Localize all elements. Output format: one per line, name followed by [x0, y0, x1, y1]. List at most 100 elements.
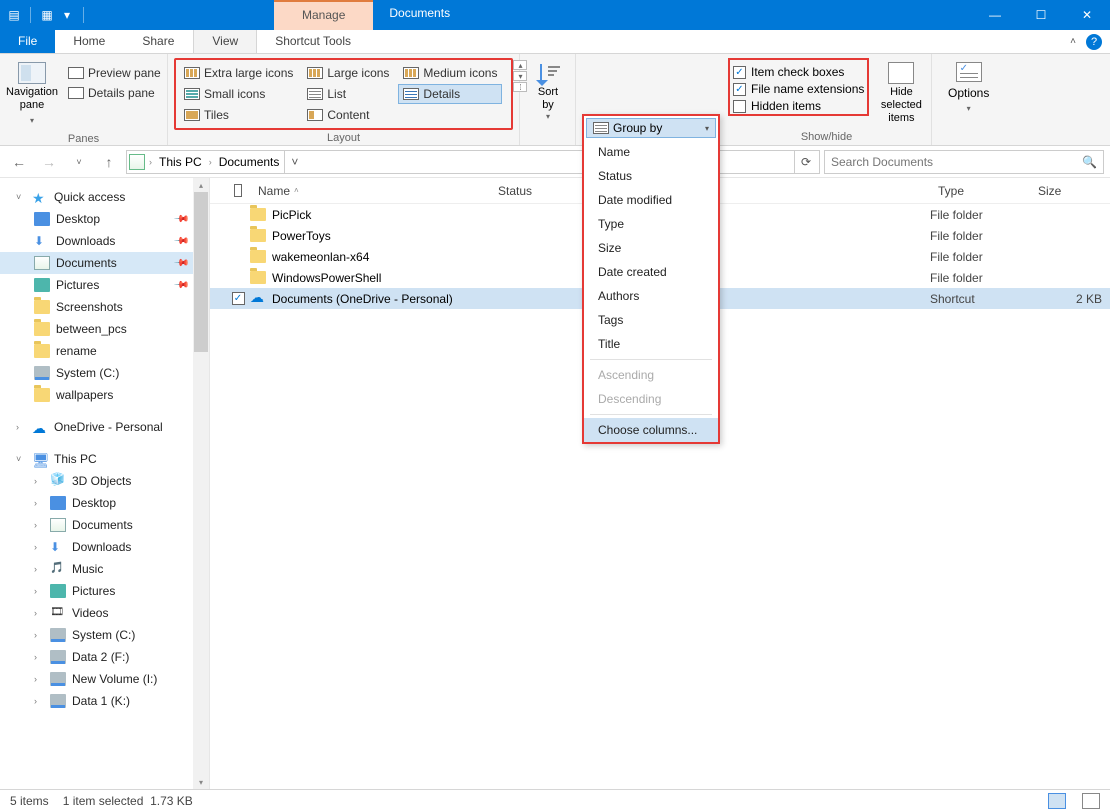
tab-shortcut-tools[interactable]: Shortcut Tools — [257, 30, 370, 53]
layout-large-icons[interactable]: Large icons — [302, 63, 394, 83]
expand-icon[interactable]: › — [16, 422, 26, 432]
expand-icon[interactable]: › — [34, 608, 44, 618]
nav-item[interactable]: ›Downloads — [0, 536, 209, 558]
nav-scrollbar[interactable]: ▴ ▾ — [193, 178, 209, 789]
group-by-option[interactable]: Type — [584, 212, 718, 236]
expand-icon[interactable]: › — [34, 542, 44, 552]
nav-item[interactable]: Pictures📌 — [0, 274, 209, 296]
view-details-toggle[interactable] — [1048, 793, 1066, 809]
help-icon[interactable]: ? — [1086, 34, 1102, 50]
nav-item[interactable]: rename — [0, 340, 209, 362]
group-by-option[interactable]: Name — [584, 140, 718, 164]
nav-back-button[interactable]: ← — [6, 150, 32, 174]
layout-list[interactable]: List — [302, 84, 394, 104]
column-type[interactable]: Type — [930, 184, 1030, 198]
expand-icon[interactable]: › — [34, 498, 44, 508]
expand-icon[interactable]: › — [34, 564, 44, 574]
refresh-button[interactable]: ⟳ — [794, 151, 817, 173]
layout-small-icons[interactable]: Small icons — [179, 84, 298, 104]
qat-properties-icon[interactable]: ▦ — [39, 7, 55, 23]
layout-medium-icons[interactable]: Medium icons — [398, 63, 502, 83]
nav-item[interactable]: ›Music — [0, 558, 209, 580]
collapse-ribbon-icon[interactable]: ˄ — [1070, 36, 1076, 47]
nav-item[interactable]: System (C:) — [0, 362, 209, 384]
scroll-down-icon[interactable]: ▾ — [193, 775, 209, 789]
expand-icon[interactable]: ˅ — [16, 192, 26, 202]
scroll-up-icon[interactable]: ▴ — [193, 178, 209, 192]
layout-content[interactable]: Content — [302, 105, 394, 125]
row-checkbox[interactable]: ✓ — [232, 292, 245, 305]
layout-tiles[interactable]: Tiles — [179, 105, 298, 125]
column-status[interactable]: Status — [490, 184, 560, 198]
expand-icon[interactable]: › — [34, 586, 44, 596]
nav-item[interactable]: ›Pictures — [0, 580, 209, 602]
expand-icon[interactable]: › — [34, 696, 44, 706]
group-by-button[interactable]: Group by ▾ — [586, 118, 716, 138]
group-by-option[interactable]: Date created — [584, 260, 718, 284]
expand-icon[interactable]: ˅ — [16, 454, 26, 464]
address-history-dropdown[interactable]: ˅ — [284, 151, 304, 173]
item-checkboxes-toggle[interactable]: ✓Item check boxes — [733, 65, 864, 79]
view-thumbnails-toggle[interactable] — [1082, 793, 1100, 809]
scroll-thumb[interactable] — [194, 192, 208, 352]
column-name[interactable]: Name˄ — [250, 184, 490, 198]
search-input[interactable] — [831, 155, 1097, 169]
nav-item[interactable]: Screenshots — [0, 296, 209, 318]
tab-home[interactable]: Home — [55, 30, 124, 53]
tab-file[interactable]: File — [0, 30, 55, 53]
breadcrumb-this-pc[interactable]: This PC — [156, 155, 205, 169]
hide-selected-button[interactable]: Hide selected items — [875, 58, 927, 129]
expand-icon[interactable]: › — [34, 652, 44, 662]
nav-item[interactable]: ›System (C:) — [0, 624, 209, 646]
breadcrumb-documents[interactable]: Documents — [216, 155, 283, 169]
contextual-tab-manage[interactable]: Manage — [274, 0, 373, 30]
breadcrumb-chevron-icon[interactable]: › — [147, 157, 154, 167]
nav-quick-access[interactable]: ˅ ★ Quick access — [0, 186, 209, 208]
layout-scroll-down[interactable]: ▾ — [513, 71, 527, 81]
expand-icon[interactable]: › — [34, 476, 44, 486]
group-by-option[interactable]: Date modified — [584, 188, 718, 212]
group-by-option[interactable]: Authors — [584, 284, 718, 308]
nav-recent-dropdown[interactable]: ˅ — [66, 150, 92, 174]
nav-item[interactable]: ›3D Objects — [0, 470, 209, 492]
group-by-option[interactable]: Title — [584, 332, 718, 356]
qat-newfolder-icon[interactable]: ▾ — [59, 7, 75, 23]
preview-pane-button[interactable]: Preview pane — [64, 64, 165, 82]
nav-item[interactable]: ›Data 2 (F:) — [0, 646, 209, 668]
expand-icon[interactable]: › — [34, 674, 44, 684]
nav-item[interactable]: ›Data 1 (K:) — [0, 690, 209, 712]
nav-up-button[interactable]: ↑ — [96, 150, 122, 174]
layout-expand[interactable]: ⁞ — [513, 82, 527, 92]
nav-item[interactable]: ›Videos — [0, 602, 209, 624]
group-by-option[interactable]: Tags — [584, 308, 718, 332]
search-box[interactable]: 🔍 — [824, 150, 1104, 174]
nav-this-pc[interactable]: ˅ 🖥 This PC — [0, 448, 209, 470]
nav-item[interactable]: ›Desktop — [0, 492, 209, 514]
sort-by-button[interactable]: Sort by ▾ — [526, 58, 570, 121]
nav-item[interactable]: Desktop📌 — [0, 208, 209, 230]
close-button[interactable]: ✕ — [1064, 0, 1110, 30]
nav-item[interactable]: Downloads📌 — [0, 230, 209, 252]
details-pane-button[interactable]: Details pane — [64, 84, 165, 102]
expand-icon[interactable]: › — [34, 520, 44, 530]
nav-onedrive[interactable]: › ☁ OneDrive - Personal — [0, 416, 209, 438]
maximize-button[interactable]: ☐ — [1018, 0, 1064, 30]
tab-view[interactable]: View — [193, 30, 257, 53]
minimize-button[interactable]: ― — [972, 0, 1018, 30]
expand-icon[interactable]: › — [34, 630, 44, 640]
layout-details[interactable]: Details — [398, 84, 502, 104]
nav-item[interactable]: Documents📌 — [0, 252, 209, 274]
layout-extra-large-icons[interactable]: Extra large icons — [179, 63, 298, 83]
file-extensions-toggle[interactable]: ✓File name extensions — [733, 82, 864, 96]
group-by-option[interactable]: Status — [584, 164, 718, 188]
breadcrumb-chevron-icon[interactable]: › — [207, 157, 214, 167]
nav-item[interactable]: between_pcs — [0, 318, 209, 340]
column-size[interactable]: Size — [1030, 184, 1110, 198]
layout-scroll-up[interactable]: ▴ — [513, 60, 527, 70]
group-by-option[interactable]: Size — [584, 236, 718, 260]
group-by-choose-columns[interactable]: Choose columns... — [584, 418, 718, 442]
hidden-items-toggle[interactable]: Hidden items — [733, 99, 864, 113]
tab-share[interactable]: Share — [124, 30, 193, 53]
nav-item[interactable]: wallpapers — [0, 384, 209, 406]
nav-item[interactable]: ›Documents — [0, 514, 209, 536]
